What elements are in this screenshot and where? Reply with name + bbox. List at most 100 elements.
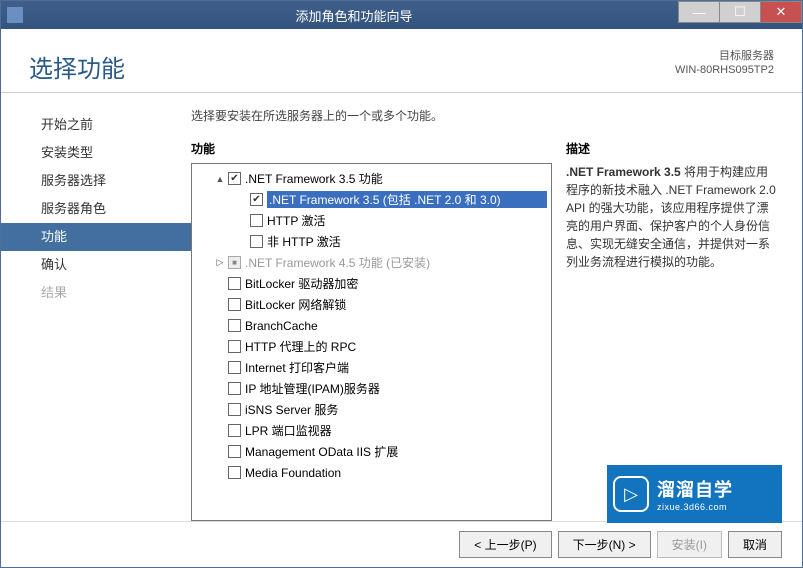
expander-icon xyxy=(214,278,226,290)
footer: < 上一步(P) 下一步(N) > 安装(I) 取消 xyxy=(1,521,802,567)
sidebar-item-4[interactable]: 功能 xyxy=(1,223,191,251)
feature-label: BitLocker 驱动器加密 xyxy=(245,275,547,292)
feature-row[interactable]: BitLocker 驱动器加密 xyxy=(192,273,551,294)
sidebar-item-0[interactable]: 开始之前 xyxy=(1,111,191,139)
features-tree[interactable]: ▲ .NET Framework 3.5 功能 .NET Framework 3.5… xyxy=(191,163,552,521)
feature-label: .NET Framework 3.5 (包括 .NET 2.0 和 3.0) xyxy=(267,191,547,208)
feature-label: Media Foundation xyxy=(245,466,547,480)
minimize-button[interactable]: — xyxy=(678,1,720,23)
feature-checkbox[interactable] xyxy=(228,424,241,437)
feature-checkbox[interactable] xyxy=(250,235,263,248)
sidebar-item-3[interactable]: 服务器角色 xyxy=(1,195,191,223)
cancel-button[interactable]: 取消 xyxy=(728,531,782,558)
feature-row[interactable]: HTTP 激活 xyxy=(192,210,551,231)
watermark-cn: 溜溜自学 xyxy=(657,476,733,502)
features-header: 功能 xyxy=(191,140,552,157)
feature-label: Internet 打印客户端 xyxy=(245,359,547,376)
feature-label: HTTP 代理上的 RPC xyxy=(245,338,547,355)
feature-checkbox[interactable] xyxy=(228,319,241,332)
feature-row[interactable]: ▲ .NET Framework 3.5 功能 xyxy=(192,168,551,189)
feature-row[interactable]: ▷ .NET Framework 4.5 功能 (已安装) xyxy=(192,252,551,273)
columns: 功能 ▲ .NET Framework 3.5 功能 .NET Framework … xyxy=(191,140,778,521)
description-lead: .NET Framework 3.5 xyxy=(566,165,681,179)
expander-icon xyxy=(236,215,248,227)
close-button[interactable]: ✕ xyxy=(760,1,802,23)
feature-row[interactable]: IP 地址管理(IPAM)服务器 xyxy=(192,378,551,399)
expander-icon xyxy=(236,236,248,248)
watermark-text: 溜溜自学 zixue.3d66.com xyxy=(657,476,733,512)
expander-icon xyxy=(214,467,226,479)
expander-icon[interactable]: ▷ xyxy=(214,257,226,269)
next-button[interactable]: 下一步(N) > xyxy=(558,531,651,558)
feature-row[interactable]: BitLocker 网络解锁 xyxy=(192,294,551,315)
feature-checkbox[interactable] xyxy=(228,382,241,395)
header: 选择功能 目标服务器 WIN-80RHS095TP2 xyxy=(1,29,802,93)
feature-row[interactable]: Internet 打印客户端 xyxy=(192,357,551,378)
feature-checkbox[interactable] xyxy=(228,277,241,290)
feature-checkbox xyxy=(228,256,241,269)
watermark: ▷ 溜溜自学 zixue.3d66.com xyxy=(607,465,782,523)
description-header: 描述 xyxy=(566,140,778,157)
feature-label: .NET Framework 3.5 功能 xyxy=(245,170,547,187)
expander-icon xyxy=(214,425,226,437)
feature-label: IP 地址管理(IPAM)服务器 xyxy=(245,380,547,397)
intro-text: 选择要安装在所选服务器上的一个或多个功能。 xyxy=(191,107,778,124)
feature-label: .NET Framework 4.5 功能 (已安装) xyxy=(245,254,547,271)
feature-checkbox[interactable] xyxy=(228,361,241,374)
expander-icon[interactable]: ▲ xyxy=(214,173,226,185)
feature-label: LPR 端口监视器 xyxy=(245,422,547,439)
sidebar-item-1[interactable]: 安装类型 xyxy=(1,139,191,167)
feature-row[interactable]: HTTP 代理上的 RPC xyxy=(192,336,551,357)
description-body: 将用于构建应用程序的新技术融入 .NET Framework 2.0 API 的… xyxy=(566,165,776,269)
prev-button[interactable]: < 上一步(P) xyxy=(459,531,551,558)
feature-checkbox[interactable] xyxy=(250,214,263,227)
features-column: 功能 ▲ .NET Framework 3.5 功能 .NET Framework … xyxy=(191,140,552,521)
expander-icon xyxy=(214,299,226,311)
feature-row[interactable]: iSNS Server 服务 xyxy=(192,399,551,420)
feature-label: iSNS Server 服务 xyxy=(245,401,547,418)
feature-checkbox[interactable] xyxy=(228,340,241,353)
page-title: 选择功能 xyxy=(29,49,125,84)
feature-checkbox[interactable] xyxy=(228,466,241,479)
feature-row[interactable]: 非 HTTP 激活 xyxy=(192,231,551,252)
maximize-button[interactable]: ☐ xyxy=(719,1,761,23)
sidebar-item-6: 结果 xyxy=(1,279,191,307)
server-label: 目标服务器 xyxy=(675,49,774,63)
play-icon: ▷ xyxy=(613,476,649,512)
feature-label: HTTP 激活 xyxy=(267,212,547,229)
description-text: .NET Framework 3.5 将用于构建应用程序的新技术融入 .NET … xyxy=(566,163,778,271)
main: 选择要安装在所选服务器上的一个或多个功能。 功能 ▲ .NET Framework… xyxy=(191,93,802,521)
window-title: 添加角色和功能向导 xyxy=(29,6,679,25)
watermark-sub: zixue.3d66.com xyxy=(657,502,733,512)
wizard-window: 添加角色和功能向导 — ☐ ✕ 选择功能 目标服务器 WIN-80RHS095T… xyxy=(0,0,803,568)
feature-row[interactable]: Management OData IIS 扩展 xyxy=(192,441,551,462)
expander-icon xyxy=(214,362,226,374)
feature-checkbox[interactable] xyxy=(228,445,241,458)
server-info: 目标服务器 WIN-80RHS095TP2 xyxy=(675,49,774,78)
feature-checkbox[interactable] xyxy=(228,298,241,311)
feature-label: BitLocker 网络解锁 xyxy=(245,296,547,313)
server-name: WIN-80RHS095TP2 xyxy=(675,63,774,77)
feature-label: Management OData IIS 扩展 xyxy=(245,443,547,460)
feature-row[interactable]: .NET Framework 3.5 (包括 .NET 2.0 和 3.0) xyxy=(192,189,551,210)
body: 开始之前安装类型服务器选择服务器角色功能确认结果 选择要安装在所选服务器上的一个… xyxy=(1,93,802,521)
expander-icon xyxy=(214,320,226,332)
expander-icon xyxy=(214,341,226,353)
feature-checkbox[interactable] xyxy=(228,403,241,416)
feature-checkbox[interactable] xyxy=(250,193,263,206)
feature-label: 非 HTTP 激活 xyxy=(267,233,547,250)
feature-checkbox[interactable] xyxy=(228,172,241,185)
window-controls: — ☐ ✕ xyxy=(679,1,802,29)
install-button: 安装(I) xyxy=(657,531,722,558)
sidebar-item-5[interactable]: 确认 xyxy=(1,251,191,279)
feature-label: BranchCache xyxy=(245,319,547,333)
feature-row[interactable]: BranchCache xyxy=(192,315,551,336)
expander-icon xyxy=(214,404,226,416)
feature-row[interactable]: Media Foundation xyxy=(192,462,551,483)
expander-icon xyxy=(214,383,226,395)
sidebar: 开始之前安装类型服务器选择服务器角色功能确认结果 xyxy=(1,93,191,521)
feature-row[interactable]: LPR 端口监视器 xyxy=(192,420,551,441)
expander-icon xyxy=(236,194,248,206)
sidebar-item-2[interactable]: 服务器选择 xyxy=(1,167,191,195)
expander-icon xyxy=(214,446,226,458)
